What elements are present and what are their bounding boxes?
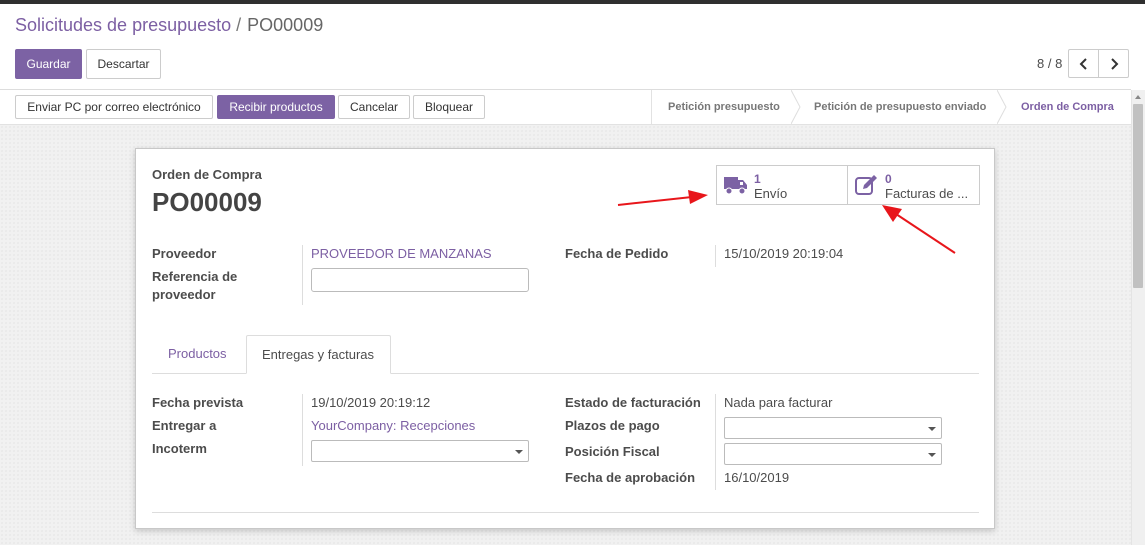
- smart-buttons: 1 Envío 0 Facturas de ...: [716, 165, 980, 205]
- field-divider: [302, 394, 303, 466]
- edit-icon: [855, 175, 877, 195]
- vendor-reference-input[interactable]: [311, 268, 529, 292]
- field-divider: [715, 245, 716, 267]
- shipments-smart-button[interactable]: 1 Envío: [717, 166, 848, 204]
- payment-terms-label: Plazos de pago: [565, 418, 660, 433]
- receive-products-button[interactable]: Recibir productos: [217, 95, 335, 119]
- breadcrumb-current: PO00009: [247, 15, 324, 35]
- vendor-bills-count: 0: [885, 172, 892, 186]
- chevron-left-icon: [1079, 57, 1087, 70]
- send-po-email-button[interactable]: Enviar PC por correo electrónico: [15, 95, 213, 119]
- caret-down-icon: [928, 427, 936, 431]
- shipments-label: Envío: [754, 186, 788, 201]
- stage-separator: [791, 90, 801, 124]
- lock-button[interactable]: Bloquear: [413, 95, 485, 119]
- order-date-value: 15/10/2019 20:19:04: [724, 246, 844, 261]
- status-bar: Petición presupuesto Petición de presupu…: [651, 90, 1131, 124]
- save-button[interactable]: Guardar: [15, 49, 82, 79]
- vendor-field[interactable]: PROVEEDOR DE MANZANAS: [311, 246, 492, 261]
- stage-separator: [997, 90, 1007, 124]
- breadcrumb-parent-link[interactable]: Solicitudes de presupuesto: [15, 15, 231, 35]
- section-divider: [152, 512, 979, 513]
- cancel-button[interactable]: Cancelar: [338, 95, 410, 119]
- pager-next-button[interactable]: [1098, 49, 1129, 78]
- approval-date-label: Fecha de aprobación: [565, 470, 696, 485]
- stage-purchase-order[interactable]: Orden de Compra: [1021, 90, 1114, 124]
- scheduled-date-value: 19/10/2019 20:19:12: [311, 395, 431, 410]
- discard-button[interactable]: Descartar: [86, 49, 161, 79]
- approval-date-value: 16/10/2019: [724, 470, 790, 485]
- incoterm-select[interactable]: [311, 440, 529, 462]
- order-date-label: Fecha de Pedido: [565, 246, 669, 261]
- scheduled-date-label: Fecha prevista: [152, 395, 244, 410]
- stage-rfq-sent[interactable]: Petición de presupuesto enviado: [814, 90, 986, 124]
- billing-status-label: Estado de facturación: [565, 395, 701, 410]
- billing-status-value: Nada para facturar: [724, 395, 833, 410]
- vendor-bills-label: Facturas de ...: [885, 186, 969, 201]
- breadcrumb: Solicitudes de presupuesto / PO00009: [15, 15, 323, 36]
- pager-previous-button[interactable]: [1068, 49, 1099, 78]
- caret-down-icon: [515, 450, 523, 454]
- field-divider: [715, 394, 716, 490]
- truck-icon: [724, 177, 747, 195]
- tab-deliveries-invoices[interactable]: Entregas y facturas: [246, 335, 391, 374]
- caret-down-icon: [928, 453, 936, 457]
- pager-value: 8 / 8: [1037, 56, 1063, 71]
- field-divider: [302, 245, 303, 305]
- fiscal-position-select[interactable]: [724, 443, 942, 465]
- vendor-label: Proveedor: [152, 246, 217, 261]
- top-border: [0, 0, 1145, 4]
- stage-rfq[interactable]: Petición presupuesto: [668, 90, 780, 124]
- document-type-label: Orden de Compra: [152, 167, 262, 182]
- scroll-up-arrow-icon[interactable]: [1135, 95, 1141, 99]
- incoterm-label: Incoterm: [152, 441, 207, 456]
- fiscal-position-label: Posición Fiscal: [565, 444, 660, 459]
- form-sheet: Orden de Compra PO00009 1 Envío 0 Factur…: [135, 148, 995, 529]
- deliver-to-label: Entregar a: [152, 418, 217, 433]
- chevron-right-icon: [1110, 57, 1118, 70]
- vendor-bills-smart-button[interactable]: 0 Facturas de ...: [848, 166, 979, 204]
- shipments-count: 1: [754, 172, 761, 186]
- tab-products[interactable]: Productos: [153, 335, 242, 374]
- payment-terms-select[interactable]: [724, 417, 942, 439]
- vendor-reference-label: Referencia de proveedor: [152, 269, 238, 302]
- document-name: PO00009: [152, 187, 262, 217]
- scrollbar-thumb[interactable]: [1133, 104, 1143, 288]
- breadcrumb-separator: /: [236, 15, 242, 35]
- deliver-to-field[interactable]: YourCompany: Recepciones: [311, 418, 475, 433]
